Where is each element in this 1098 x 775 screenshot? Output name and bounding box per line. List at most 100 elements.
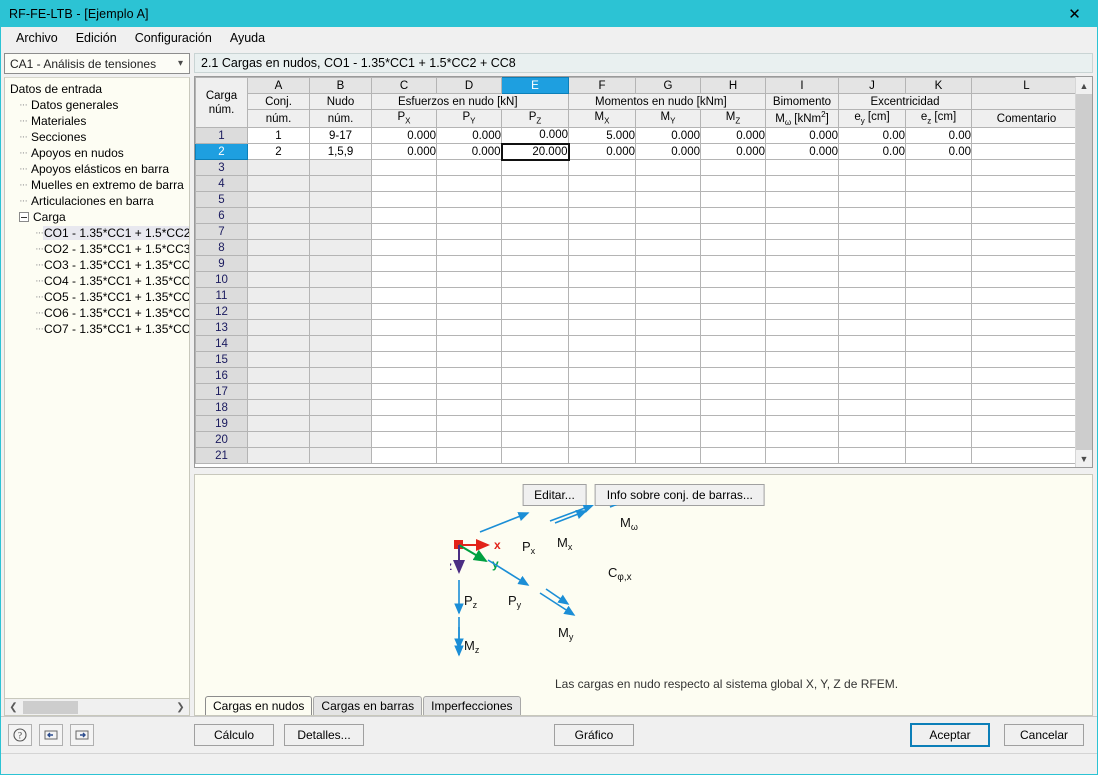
menu-item-archivo[interactable]: Archivo [7, 29, 67, 47]
cell-K7[interactable] [905, 223, 972, 241]
cell-H8[interactable] [700, 239, 766, 257]
tree-item-3[interactable]: ··· Secciones [5, 129, 189, 145]
cell-H19[interactable] [700, 415, 766, 433]
cell-E15[interactable] [501, 351, 569, 369]
cell-K6[interactable] [905, 207, 972, 225]
chevron-down-icon[interactable]: ▼ [1076, 450, 1092, 467]
cell-K17[interactable] [905, 383, 972, 401]
help-icon[interactable]: ? [8, 724, 32, 746]
cell-A18[interactable] [247, 399, 310, 417]
table-row[interactable]: 18 [195, 399, 1075, 417]
cell-C5[interactable] [371, 191, 437, 209]
column-header-L[interactable]: L [971, 77, 1075, 94]
cell-D7[interactable] [436, 223, 502, 241]
cell-K13[interactable] [905, 319, 972, 337]
cell-G21[interactable] [635, 447, 701, 465]
column-header-H[interactable]: H [700, 77, 766, 94]
table-row[interactable]: 6 [195, 207, 1075, 225]
cell-F18[interactable] [568, 399, 636, 417]
cell-C18[interactable] [371, 399, 437, 417]
column-header-C[interactable]: C [371, 77, 437, 94]
column-header-E[interactable]: E [501, 77, 569, 94]
cell-D6[interactable] [436, 207, 502, 225]
cell-F14[interactable] [568, 335, 636, 353]
cell-J5[interactable] [838, 191, 906, 209]
cell-G16[interactable] [635, 367, 701, 385]
table-row[interactable]: 19 [195, 415, 1075, 433]
cell-D18[interactable] [436, 399, 502, 417]
cell-I14[interactable] [765, 335, 839, 353]
cell-D12[interactable] [436, 303, 502, 321]
cell-L3[interactable] [971, 159, 1075, 177]
cell-H18[interactable] [700, 399, 766, 417]
row-header[interactable]: 20 [195, 431, 248, 449]
cell-F12[interactable] [568, 303, 636, 321]
cell-D1[interactable]: 0.000 [436, 127, 502, 145]
cell-C7[interactable] [371, 223, 437, 241]
cell-A12[interactable] [247, 303, 310, 321]
cell-L10[interactable] [971, 271, 1075, 289]
cell-L8[interactable] [971, 239, 1075, 257]
cell-A14[interactable] [247, 335, 310, 353]
tree-item-10[interactable]: ··· CO2 - 1.35*CC1 + 1.5*CC3 + [5, 241, 189, 257]
cell-J11[interactable] [838, 287, 906, 305]
cell-G10[interactable] [635, 271, 701, 289]
cell-D3[interactable] [436, 159, 502, 177]
scroll-thumb[interactable] [1076, 94, 1092, 450]
tab-imperfecciones[interactable]: Imperfecciones [423, 696, 521, 715]
scroll-thumb[interactable] [23, 700, 78, 714]
cell-F10[interactable] [568, 271, 636, 289]
cell-G5[interactable] [635, 191, 701, 209]
cell-D2[interactable]: 0.000 [436, 143, 502, 161]
cell-E11[interactable] [501, 287, 569, 305]
cell-A1[interactable]: 1 [247, 127, 310, 145]
table-row[interactable]: 4 [195, 175, 1075, 193]
cell-I6[interactable] [765, 207, 839, 225]
cell-G3[interactable] [635, 159, 701, 177]
cell-C21[interactable] [371, 447, 437, 465]
row-header[interactable]: 7 [195, 223, 248, 241]
cell-D15[interactable] [436, 351, 502, 369]
cell-H15[interactable] [700, 351, 766, 369]
cell-J13[interactable] [838, 319, 906, 337]
cell-C6[interactable] [371, 207, 437, 225]
column-header-F[interactable]: F [568, 77, 636, 94]
cell-A20[interactable] [247, 431, 310, 449]
cell-G13[interactable] [635, 319, 701, 337]
cell-I12[interactable] [765, 303, 839, 321]
menu-item-edicion[interactable]: Edición [67, 29, 126, 47]
cell-A17[interactable] [247, 383, 310, 401]
cell-B20[interactable] [309, 431, 372, 449]
table-row[interactable]: 17 [195, 383, 1075, 401]
cell-L14[interactable] [971, 335, 1075, 353]
cell-E21[interactable] [501, 447, 569, 465]
cell-C4[interactable] [371, 175, 437, 193]
cell-J16[interactable] [838, 367, 906, 385]
cell-A5[interactable] [247, 191, 310, 209]
details-button[interactable]: Detalles... [284, 724, 364, 746]
cell-A4[interactable] [247, 175, 310, 193]
cell-A7[interactable] [247, 223, 310, 241]
cell-G2[interactable]: 0.000 [635, 143, 701, 161]
cell-I19[interactable] [765, 415, 839, 433]
collapse-icon[interactable] [19, 212, 29, 222]
cell-E13[interactable] [501, 319, 569, 337]
cell-E12[interactable] [501, 303, 569, 321]
tree-item-9[interactable]: ··· CO1 - 1.35*CC1 + 1.5*CC2 + [5, 225, 189, 241]
cell-J8[interactable] [838, 239, 906, 257]
cell-L5[interactable] [971, 191, 1075, 209]
row-header[interactable]: 18 [195, 399, 248, 417]
row-header[interactable]: 6 [195, 207, 248, 225]
cell-L12[interactable] [971, 303, 1075, 321]
cell-E17[interactable] [501, 383, 569, 401]
cell-C19[interactable] [371, 415, 437, 433]
cell-B4[interactable] [309, 175, 372, 193]
case-selector-combobox[interactable]: CA1 - Análisis de tensiones ▾ [4, 53, 190, 74]
cell-F2[interactable]: 0.000 [568, 143, 636, 161]
cell-G17[interactable] [635, 383, 701, 401]
menu-item-ayuda[interactable]: Ayuda [221, 29, 274, 47]
cell-D21[interactable] [436, 447, 502, 465]
navigator-horizontal-scrollbar[interactable]: ❮ ❯ [4, 699, 190, 716]
cell-J7[interactable] [838, 223, 906, 241]
table-row[interactable]: 21 [195, 447, 1075, 465]
